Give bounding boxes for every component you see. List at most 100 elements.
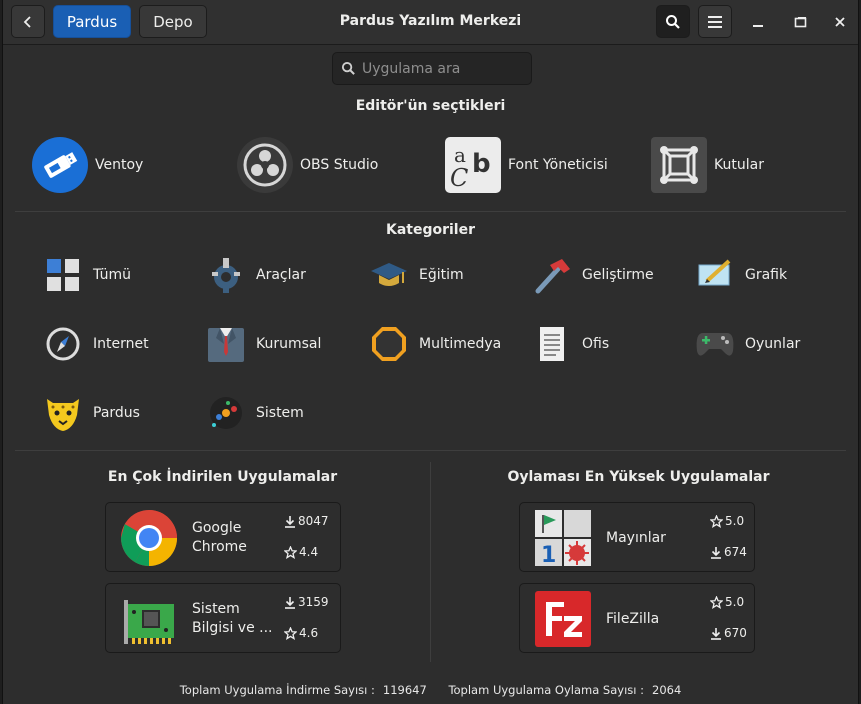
search-input[interactable]: Uygulama ara: [332, 52, 532, 85]
download-icon: [285, 515, 295, 528]
multimedia-octagon-icon: [372, 327, 406, 361]
search-placeholder: Uygulama ara: [362, 60, 461, 77]
statistics-footer: Toplam Uygulama İndirme Sayısı : 119647 T…: [3, 683, 858, 697]
editor-item-label: Font Yöneticisi: [508, 157, 608, 173]
app-card-chrome[interactable]: Google Chrome 8047 4.4: [105, 502, 341, 572]
star-icon: [710, 514, 723, 528]
rating: 5.0: [710, 595, 744, 609]
svg-text:b: b: [472, 149, 491, 179]
divider: [15, 211, 846, 212]
category-label: Eğitim: [419, 267, 464, 283]
category-pardus[interactable]: Pardus: [43, 393, 140, 433]
suit-icon: [208, 328, 244, 362]
star-icon: [710, 595, 723, 609]
category-office[interactable]: Ofis: [532, 324, 609, 364]
pardus-leopard-icon: [47, 399, 79, 431]
app-name: Sistem Bilgisi ve ...: [192, 601, 273, 636]
circuit-board-icon: [124, 600, 174, 644]
download-icon: [711, 546, 721, 559]
system-dots-icon: [210, 397, 242, 429]
category-label: Araçlar: [256, 267, 306, 283]
category-label: Ofis: [582, 336, 610, 352]
total-downloads-value: 119647: [382, 683, 427, 697]
category-development[interactable]: Geliştirme: [532, 255, 654, 295]
most-downloaded-title: En Çok İndirilen Uygulamalar: [107, 469, 338, 485]
download-count: 8047: [284, 514, 329, 528]
tools-icon: [212, 258, 240, 293]
editor-item-font-manager[interactable]: a C b Font Yöneticisi: [444, 135, 608, 195]
app-window: Pardus Depo Pardus Yazılım Merkezi Uygul…: [2, 0, 859, 704]
grid-icon: [47, 259, 79, 291]
category-graphics[interactable]: Grafik: [695, 255, 787, 295]
search-icon: [341, 61, 355, 75]
font-icon: a C b: [445, 137, 501, 193]
category-games[interactable]: Oyunlar: [695, 324, 800, 364]
rating: 4.6: [284, 626, 318, 640]
total-downloads-label: Toplam Uygulama İndirme Sayısı :: [179, 683, 375, 697]
editor-item-label: OBS Studio: [300, 157, 379, 173]
top-rated-title: Oylaması En Yüksek Uygulamalar: [507, 469, 770, 485]
maximize-button[interactable]: [785, 5, 815, 38]
download-icon: [285, 596, 295, 609]
menu-button[interactable]: [698, 5, 732, 38]
drawing-tablet-icon: [698, 259, 731, 286]
app-card-mines[interactable]: 1 Mayınlar 5.0 674: [519, 502, 755, 572]
graduation-cap-icon: [371, 263, 407, 286]
category-label: Multimedya: [419, 336, 502, 352]
vertical-divider: [430, 462, 431, 662]
star-icon: [284, 545, 297, 559]
close-button[interactable]: [825, 5, 855, 38]
document-icon: [540, 327, 564, 361]
minimize-button[interactable]: [743, 5, 773, 38]
search-icon: [666, 14, 680, 29]
rating: 5.0: [710, 514, 744, 528]
star-icon: [284, 626, 297, 640]
minimize-icon: [753, 24, 763, 27]
categories-title: Kategoriler: [385, 222, 476, 238]
total-ratings-label: Toplam Uygulama Oylama Sayısı :: [448, 683, 644, 697]
download-count: 670: [710, 626, 747, 640]
category-label: Grafik: [745, 267, 788, 283]
search-toggle-button[interactable]: [656, 5, 690, 38]
editor-item-boxes[interactable]: Kutular: [650, 135, 764, 195]
app-name: FileZilla: [606, 611, 660, 627]
maximize-icon: [794, 16, 806, 27]
category-education[interactable]: Eğitim: [369, 255, 464, 295]
boxes-icon: [651, 137, 707, 193]
category-label: Oyunlar: [745, 336, 801, 352]
category-system[interactable]: Sistem: [206, 393, 304, 433]
app-name: Google Chrome: [192, 520, 247, 555]
close-icon: [835, 16, 845, 27]
category-label: Geliştirme: [582, 267, 654, 283]
gamepad-icon: [696, 333, 734, 356]
category-label: Pardus: [93, 405, 140, 421]
category-label: Tümü: [93, 267, 132, 283]
category-all[interactable]: Tümü: [43, 255, 131, 295]
svg-text:1: 1: [541, 543, 556, 567]
chrome-icon: [121, 510, 177, 566]
hamburger-menu-icon: [708, 15, 722, 28]
category-tools[interactable]: Araçlar: [206, 255, 306, 295]
category-internet[interactable]: Internet: [43, 324, 149, 364]
rating: 4.4: [284, 545, 318, 559]
editor-item-ventoy[interactable]: Ventoy: [31, 135, 143, 195]
download-count: 674: [710, 545, 747, 559]
app-name: Mayınlar: [606, 530, 666, 546]
category-label: Sistem: [256, 405, 304, 421]
minesweeper-icon: 1: [535, 510, 591, 567]
usb-drive-icon: [32, 137, 88, 193]
app-card-filezilla[interactable]: FileZilla 5.0 670: [519, 583, 755, 653]
download-icon: [711, 627, 721, 640]
category-multimedia[interactable]: Multimedya: [369, 324, 501, 364]
category-label: Internet: [93, 336, 149, 352]
compass-icon: [46, 327, 80, 361]
app-card-system-info[interactable]: Sistem Bilgisi ve ... 3159 4.6: [105, 583, 341, 653]
download-count: 3159: [284, 595, 329, 609]
editor-item-obs[interactable]: OBS Studio: [236, 135, 378, 195]
divider: [15, 450, 846, 451]
category-office-corporate[interactable]: Kurumsal: [206, 324, 321, 364]
total-ratings-value: 2064: [652, 683, 682, 697]
category-label: Kurumsal: [256, 336, 322, 352]
header-bar: Pardus Depo Pardus Yazılım Merkezi: [3, 0, 858, 45]
editors-title: Editör'ün seçtikleri: [355, 98, 506, 114]
